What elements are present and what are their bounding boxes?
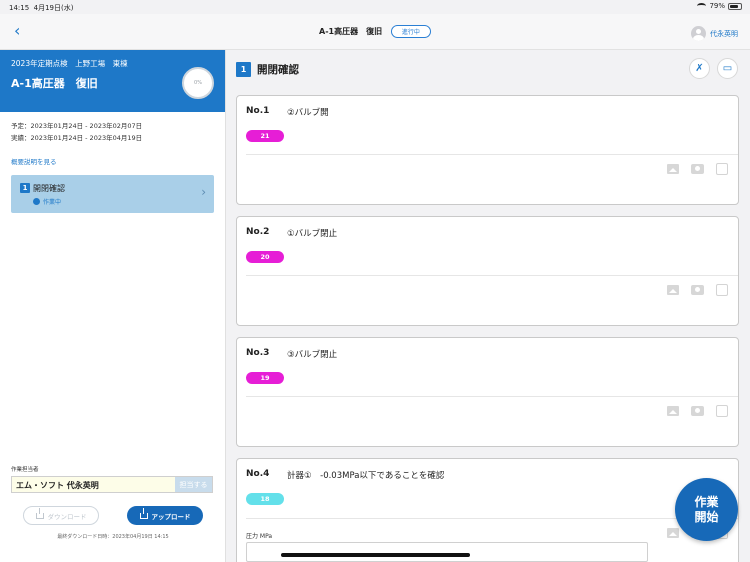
pressure-label: 圧力 MPa (246, 533, 273, 540)
status-badge: 進行中 (390, 25, 431, 38)
home-indicator[interactable] (281, 553, 470, 557)
planned-dates: 予定：2023年01月24日 - 2023年02月07日 (11, 122, 143, 130)
start-work-button[interactable]: 作業 開始 (675, 478, 738, 541)
card-tools (667, 405, 728, 417)
tools-button[interactable]: ✗ (689, 58, 710, 79)
progress-ring: 0% (182, 67, 214, 99)
checkbox[interactable] (716, 163, 728, 175)
sidebar-item-step-1[interactable]: 1 開閉確認 作業中 › (11, 175, 214, 213)
image-icon[interactable] (667, 164, 679, 174)
sidebar-subtitle: 2023年定期点検 上野工場 東棟 (11, 59, 128, 68)
start-work-label-1: 作業 (694, 495, 719, 509)
check-card[interactable]: No.3 ③バルブ閉止 19 (236, 337, 739, 447)
check-card[interactable]: No.4 計器① -0.03MPa以下であることを確認 18 圧力 MPa (236, 458, 739, 562)
card-description: ③バルブ閉止 (287, 350, 338, 360)
upload-icon (139, 507, 148, 519)
camera-icon[interactable] (691, 285, 704, 295)
card-number: No.4 (246, 469, 270, 479)
step-status-text: 作業中 (43, 199, 62, 206)
card-description: ②バルブ開 (287, 108, 329, 118)
status-bar: 14:15 4月19日(水) 79% (0, 0, 750, 14)
last-download-time: 最終ダウンロード日時：2023年04月19日 14:15 (57, 534, 169, 540)
user-name: 代永英明 (710, 29, 738, 38)
worker-label: 作業担当者 (11, 467, 39, 473)
count-badge: 19 (246, 372, 284, 384)
card-number: No.2 (246, 227, 270, 237)
step-status: 作業中 (33, 197, 61, 206)
actual-dates: 実績：2023年01月24日 - 2023年04月19日 (11, 134, 143, 142)
book-icon: ▭ (722, 63, 733, 74)
count-badge: 21 (246, 130, 284, 142)
battery-fill (730, 4, 738, 8)
section-header: 1 開閉確認 (236, 62, 299, 77)
card-number: No.3 (246, 348, 270, 358)
check-card[interactable]: No.2 ①バルブ閉止 20 (236, 216, 739, 326)
worker-value: エム・ソフト 代永英明 (16, 481, 99, 490)
upload-label: アップロード (151, 512, 191, 521)
step-number: 1 (20, 183, 30, 193)
section-title: 開閉確認 (257, 64, 299, 76)
count-badge: 20 (246, 251, 284, 263)
navigation-bar: ‹ A-1高圧器 復旧 進行中 代永英明 (0, 14, 750, 50)
sidebar-header: 2023年定期点検 上野工場 東棟 A-1高圧器 復旧 0% (0, 50, 225, 112)
card-description: ①バルブ閉止 (287, 229, 338, 239)
checkbox[interactable] (716, 405, 728, 417)
status-dot-icon (33, 198, 40, 205)
camera-icon[interactable] (691, 164, 704, 174)
sidebar: 2023年定期点検 上野工場 東棟 A-1高圧器 復旧 0% 予定：2023年0… (0, 50, 226, 562)
count-badge: 18 (246, 493, 284, 505)
wifi-icon (697, 3, 707, 9)
section-number: 1 (236, 62, 251, 77)
battery-percent: 79% (709, 2, 725, 10)
user-menu[interactable]: 代永英明 (691, 26, 738, 41)
check-card[interactable]: No.1 ②バルブ開 21 (236, 95, 739, 205)
image-icon[interactable] (667, 528, 679, 538)
tools-icon: ✗ (695, 63, 704, 74)
chevron-right-icon: › (201, 185, 206, 199)
start-work-label-2: 開始 (694, 510, 719, 524)
schedule-dates: 予定：2023年01月24日 - 2023年02月07日 実績：2023年01月… (0, 112, 225, 152)
main-content: 1 開閉確認 ✗ ▭ No.1 ②バルブ開 21 No.2 ①バルブ閉止 20 … (226, 50, 750, 562)
download-icon (35, 507, 44, 519)
card-tools (667, 163, 728, 175)
step-name: 開閉確認 (33, 184, 65, 193)
image-icon[interactable] (667, 406, 679, 416)
page-title: A-1高圧器 復旧 進行中 (0, 25, 750, 38)
avatar-icon (691, 26, 706, 41)
page-title-text: A-1高圧器 復旧 (319, 27, 383, 36)
download-button[interactable]: ダウンロード (23, 506, 99, 525)
checkbox[interactable] (716, 284, 728, 296)
card-number: No.1 (246, 106, 270, 116)
card-tools (667, 284, 728, 296)
status-right: 79% (697, 2, 742, 10)
card-divider (246, 275, 738, 276)
battery-icon (728, 2, 742, 10)
card-divider (246, 154, 738, 155)
card-divider (246, 518, 738, 519)
status-time: 14:15 4月19日(水) (9, 4, 74, 12)
overview-link[interactable]: 概要説明を見る (0, 156, 225, 166)
manual-button[interactable]: ▭ (717, 58, 738, 79)
worker-field: エム・ソフト 代永英明 担当する (11, 476, 213, 493)
card-description: 計器① -0.03MPa以下であることを確認 (287, 471, 445, 481)
download-label: ダウンロード (47, 512, 87, 521)
upload-button[interactable]: アップロード (127, 506, 203, 525)
pressure-input[interactable] (246, 542, 648, 562)
card-divider (246, 396, 738, 397)
camera-icon[interactable] (691, 406, 704, 416)
assign-button[interactable]: 担当する (175, 477, 212, 492)
image-icon[interactable] (667, 285, 679, 295)
